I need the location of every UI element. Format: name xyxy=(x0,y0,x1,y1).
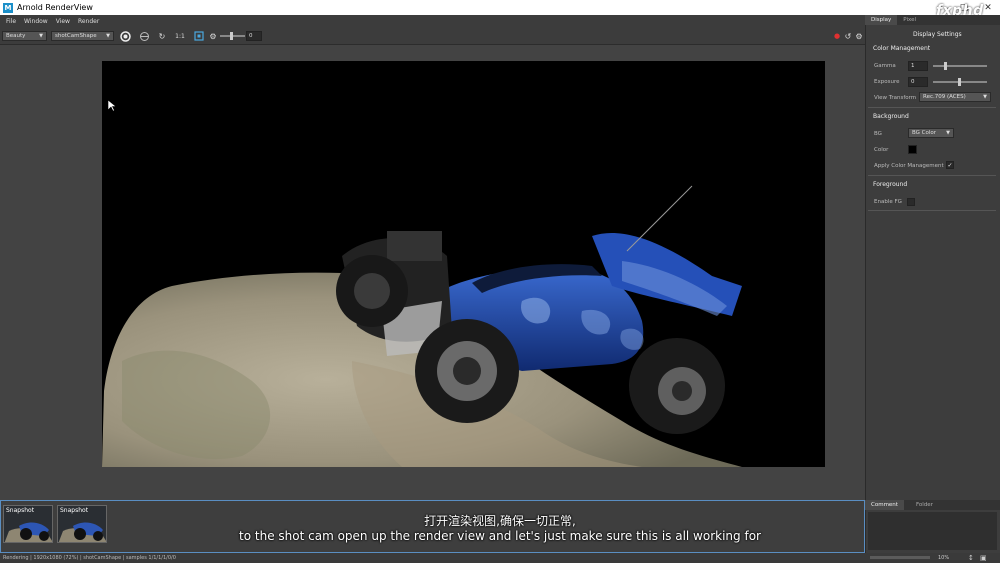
progress-bar xyxy=(870,556,930,559)
tab-display[interactable]: Display xyxy=(865,15,898,25)
tab-pixel[interactable]: Pixel xyxy=(897,15,922,25)
tab-comment[interactable]: Comment xyxy=(865,500,904,510)
fit-frame-icon[interactable] xyxy=(193,30,205,42)
render-image xyxy=(102,61,825,467)
status-text: Rendering | 1920x1080 (72%) | shotCamSha… xyxy=(3,555,176,561)
render-toggle-icon[interactable] xyxy=(119,30,131,42)
title-bar: M Arnold RenderView xyxy=(0,0,1000,15)
chevron-down-icon: ▼ xyxy=(946,130,950,136)
window-title: Arnold RenderView xyxy=(17,3,93,12)
foreground-title[interactable]: Foreground xyxy=(873,181,907,188)
zoom-level: 10% xyxy=(938,555,950,561)
view-transform-label: View Transform xyxy=(874,95,917,101)
divider xyxy=(868,107,996,108)
render-image-svg xyxy=(102,185,742,467)
enable-fg-label: Enable FG xyxy=(874,199,902,205)
divider xyxy=(868,175,996,176)
camera-dropdown[interactable]: shotCamShape ▼ xyxy=(51,31,114,41)
crop-region-svg xyxy=(139,31,149,41)
bg-value: BG Color xyxy=(912,130,937,136)
aov-value: Beauty xyxy=(6,33,26,39)
mouse-cursor-icon xyxy=(108,100,116,112)
view-transform-value: Rec.709 (ACES) xyxy=(923,94,966,100)
gamma-label: Gamma xyxy=(874,63,896,69)
background-title[interactable]: Background xyxy=(873,113,909,120)
view-transform-dropdown[interactable]: Rec.709 (ACES) ▼ xyxy=(919,92,991,102)
subtitle-english: to the shot cam open up the render view … xyxy=(239,529,761,543)
exposure-gear-icon[interactable]: ⚙ xyxy=(207,30,219,42)
ratio-button[interactable]: 1:1 xyxy=(173,30,187,42)
subtitle-chinese: 打开渲染视图,确保一切正常, xyxy=(424,514,576,528)
gamma-slider-handle[interactable] xyxy=(944,62,947,70)
exposure-slider-handle[interactable] xyxy=(230,32,233,40)
refresh-icon[interactable]: ↻ xyxy=(156,30,168,42)
bg-color-label: Color xyxy=(874,147,889,153)
side-tabs: Display Pixel xyxy=(865,15,1000,25)
maya-app-icon: M xyxy=(3,2,13,13)
settings-gear-icon[interactable]: ⚙ xyxy=(853,30,865,42)
bg-label: BG xyxy=(874,131,882,137)
gamma-field[interactable]: 1 xyxy=(908,61,928,71)
enable-fg-checkbox[interactable] xyxy=(907,198,915,206)
fit-frame-svg xyxy=(194,31,204,41)
menu-view[interactable]: View xyxy=(56,18,70,25)
fit-icon[interactable]: ↕ xyxy=(968,554,974,562)
apply-color-management-label: Apply Color Management xyxy=(874,163,944,169)
chevron-down-icon: ▼ xyxy=(106,33,110,39)
menu-bar: File Window View Render xyxy=(0,15,865,27)
exposure-field-panel[interactable]: 0 xyxy=(908,77,928,87)
camera-value: shotCamShape xyxy=(55,33,97,39)
exposure-field[interactable]: 0 xyxy=(246,31,262,41)
bg-dropdown[interactable]: BG Color ▼ xyxy=(908,128,954,138)
menu-file[interactable]: File xyxy=(6,18,16,25)
color-management-title[interactable]: Color Management xyxy=(873,45,930,52)
arnold-renderview-window: M Arnold RenderView – □ ✕ fxphd File Win… xyxy=(0,0,1000,563)
display-settings-panel xyxy=(865,15,1000,500)
apply-color-management-checkbox[interactable]: ✓ xyxy=(946,161,954,169)
divider xyxy=(868,210,996,211)
exposure-label: Exposure xyxy=(874,79,900,85)
display-settings-header: Display Settings xyxy=(913,31,962,38)
crop-region-icon[interactable] xyxy=(138,30,150,42)
status-bar: Rendering | 1920x1080 (72%) | shotCamSha… xyxy=(0,553,1000,563)
tab-folder[interactable]: Folder xyxy=(910,500,939,510)
aov-dropdown[interactable]: Beauty ▼ xyxy=(2,31,47,41)
exposure-panel-slider-handle[interactable] xyxy=(958,78,961,86)
chevron-down-icon: ▼ xyxy=(39,33,43,39)
bg-color-swatch[interactable] xyxy=(908,145,917,154)
render-toggle-svg xyxy=(119,30,131,42)
bottom-tabs: Comment Folder xyxy=(865,500,1000,510)
save-icon[interactable]: ▣ xyxy=(980,554,987,562)
menu-window[interactable]: Window xyxy=(24,18,48,25)
chevron-down-icon: ▼ xyxy=(983,94,987,100)
menu-render[interactable]: Render xyxy=(78,18,99,25)
gamma-slider-track[interactable] xyxy=(933,65,987,67)
